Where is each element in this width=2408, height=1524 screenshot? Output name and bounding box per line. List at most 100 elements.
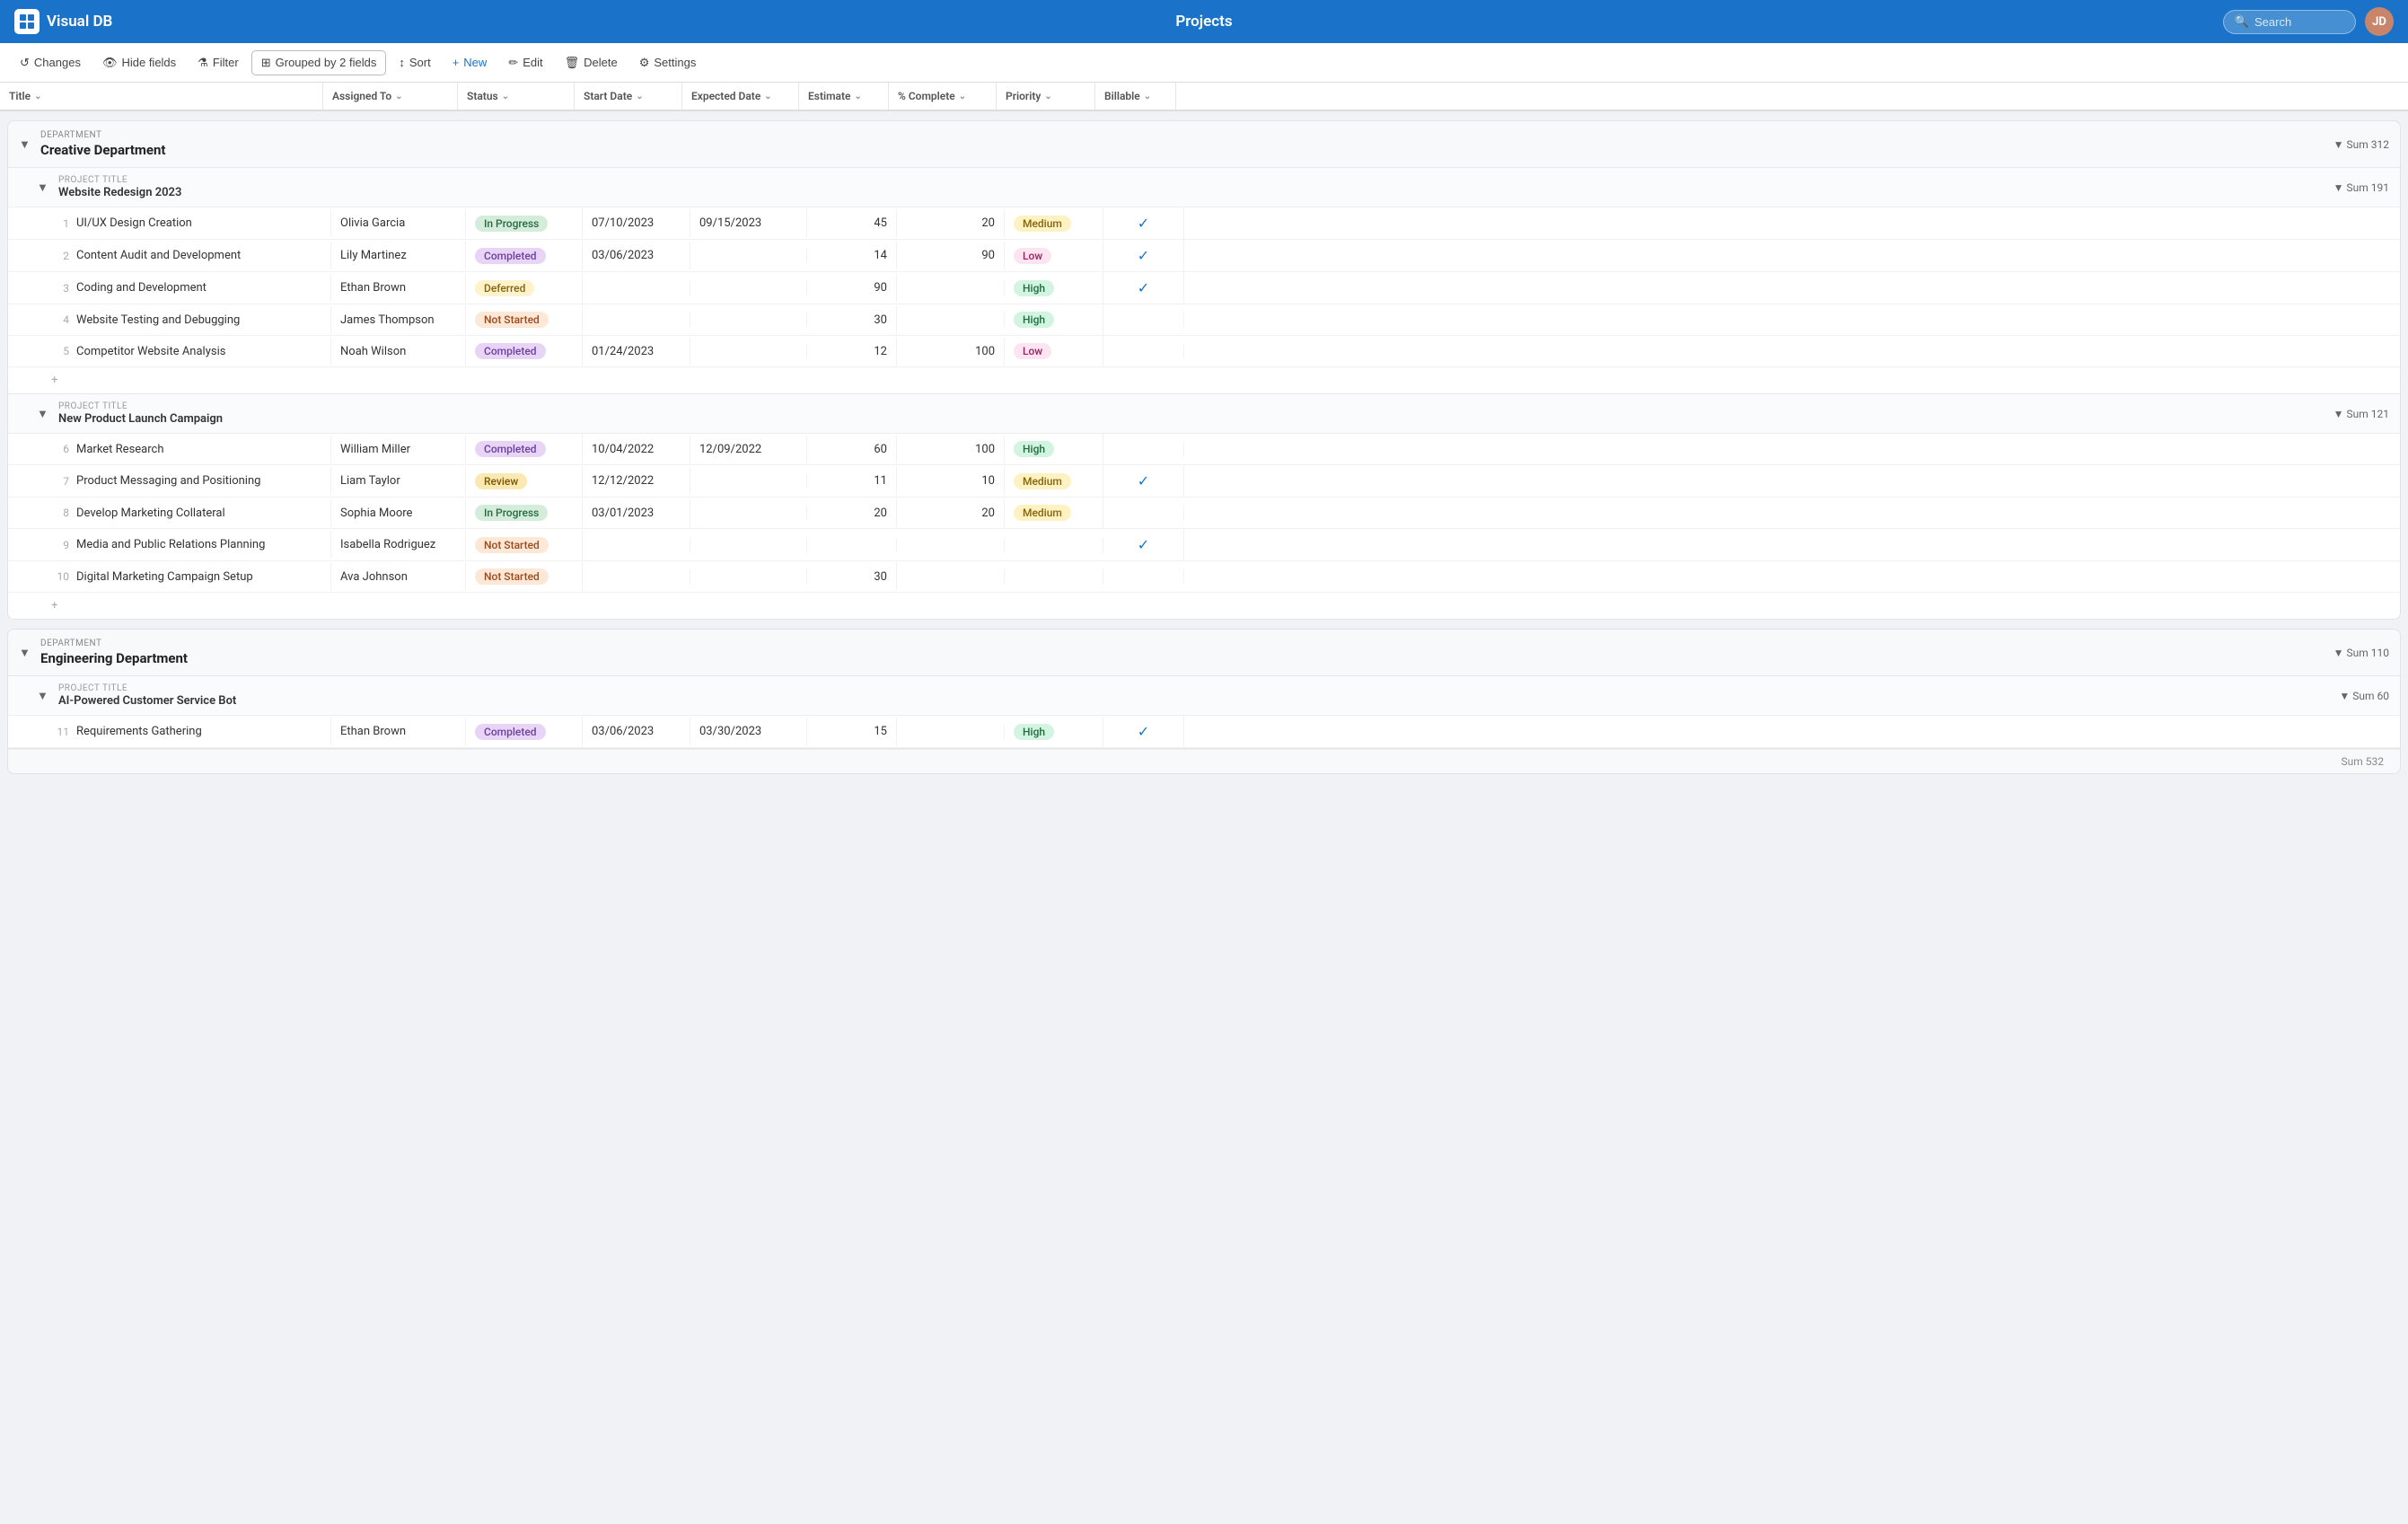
cell-priority-4: High [1005,304,1103,335]
hide-fields-button[interactable]: 👁 Hide fields [93,51,185,75]
chevron-proj-ai[interactable]: ▼ [37,689,51,703]
cell-priority-7: Medium [1005,466,1103,497]
cell-expected-7 [690,474,807,489]
edit-icon: ✏ [508,56,518,70]
settings-icon: ⚙ [639,56,650,70]
row-num-10: 10 [51,570,69,583]
dept-sum-engineering: ▼ Sum 110 [2333,647,2389,659]
cell-title-2: 2 Content Audit and Development [8,242,331,269]
cell-assigned-5: Noah Wilson [331,338,466,366]
add-row-website[interactable]: + [8,367,2400,393]
filter-icon: ⚗ [198,56,208,70]
dept-header-creative: ▼ DEPARTMENT Creative Department ▼ Sum 3… [8,121,2400,168]
cell-complete-10 [897,569,1005,584]
cell-billable-5 [1103,344,1184,358]
cell-complete-9 [897,538,1005,552]
col-header-assigned[interactable]: Assigned To ⌄ [323,83,458,110]
chevron-proj-launch[interactable]: ▼ [37,407,51,421]
changes-button[interactable]: ↺ Changes [11,51,90,75]
edit-button[interactable]: ✏ Edit [499,51,551,75]
cell-priority-11: High [1005,717,1103,747]
chevron-proj-website[interactable]: ▼ [37,181,51,195]
cell-title-11: 11 Requirements Gathering [8,718,331,745]
cell-billable-4 [1103,313,1184,327]
col-header-billable[interactable]: Billable ⌄ [1095,83,1176,110]
delete-label: Delete [584,56,618,69]
project-header-website-redesign: ▼ PROJECT TITLE Website Redesign 2023 ▼ … [8,168,2400,207]
cell-title-10: 10 Digital Marketing Campaign Setup [8,563,331,591]
col-header-estimate[interactable]: Estimate ⌄ [799,83,889,110]
table-row: 7 Product Messaging and Positioning Liam… [8,465,2400,498]
cell-priority-6: High [1005,434,1103,464]
cell-assigned-11: Ethan Brown [331,718,466,745]
status-badge-9: Not Started [475,537,549,553]
proj-sum-launch: ▼ Sum 121 [2333,408,2389,420]
settings-button[interactable]: ⚙ Settings [630,51,706,75]
project-group-launch: ▼ PROJECT TITLE New Product Launch Campa… [8,394,2400,619]
project-group-ai-bot: ▼ PROJECT TITLE AI-Powered Customer Serv… [8,676,2400,749]
cell-billable-6 [1103,442,1184,456]
group-button[interactable]: ⊞ Grouped by 2 fields [251,50,387,75]
eye-icon: 👁 [102,56,118,70]
toolbar: ↺ Changes 👁 Hide fields ⚗ Filter ⊞ Group… [0,43,2408,83]
cell-billable-10 [1103,569,1184,584]
col-header-status[interactable]: Status ⌄ [458,83,575,110]
cell-status-1: In Progress [466,208,583,239]
cell-expected-11: 03/30/2023 [690,718,807,745]
col-expected-label: Expected Date [691,90,760,102]
priority-badge-2: Low [1014,248,1051,264]
chevron-dept-creative[interactable]: ▼ [19,137,33,152]
status-badge-11: Completed [475,724,546,740]
table-container: Title ⌄ Assigned To ⌄ Status ⌄ Start Dat… [0,83,2408,1524]
search-box[interactable]: 🔍 [2223,10,2356,34]
dept-header-engineering: ▼ DEPARTMENT Engineering Department ▼ Su… [8,630,2400,676]
billable-check-11: ✓ [1138,723,1149,740]
delete-button[interactable]: 🗑 Delete [556,51,627,75]
dept-sum-creative: ▼ Sum 312 [2333,138,2389,151]
dept-label-creative: DEPARTMENT [40,130,166,140]
row-num-5: 5 [51,345,69,357]
cell-start-5: 01/24/2023 [583,338,690,366]
cell-billable-2: ✓ [1103,240,1184,271]
sort-icon: ↕ [399,56,405,69]
chevron-dept-engineering[interactable]: ▼ [19,646,33,660]
sort-title-icon: ⌄ [34,92,41,101]
col-header-priority[interactable]: Priority ⌄ [997,83,1095,110]
table-row: 1 UI/UX Design Creation Olivia Garcia In… [8,207,2400,240]
cell-status-11: Completed [466,717,583,747]
table-row: 6 Market Research William Miller Complet… [8,434,2400,465]
cell-billable-7: ✓ [1103,465,1184,497]
task-title-11: Requirements Gathering [76,725,202,738]
sort-button[interactable]: ↕ Sort [390,51,439,74]
add-row-launch[interactable]: + [8,593,2400,619]
cell-assigned-9: Isabella Rodriguez [331,531,466,559]
cell-title-5: 5 Competitor Website Analysis [8,338,331,366]
cell-status-7: Review [466,466,583,497]
proj-name-website: Website Redesign 2023 [58,186,181,199]
row-num-9: 9 [51,539,69,551]
cell-estimate-3: 90 [807,274,897,302]
hide-fields-label: Hide fields [121,56,176,69]
cell-title-3: 3 Coding and Development [8,274,331,302]
filter-button[interactable]: ⚗ Filter [189,51,248,75]
cell-expected-3 [690,281,807,295]
proj-label-ai: PROJECT TITLE [58,683,236,693]
col-header-complete[interactable]: % Complete ⌄ [889,83,997,110]
col-header-start[interactable]: Start Date ⌄ [575,83,682,110]
billable-check-7: ✓ [1138,472,1149,489]
cell-status-4: Not Started [466,304,583,335]
col-start-label: Start Date [584,90,632,102]
priority-badge-7: Medium [1014,473,1071,489]
new-button[interactable]: + New [444,51,497,74]
cell-estimate-8: 20 [807,499,897,527]
status-badge-7: Review [475,473,527,489]
cell-priority-9 [1005,538,1103,552]
sort-complete-icon: ⌄ [959,92,966,101]
search-input[interactable] [2254,15,2344,29]
col-header-expected[interactable]: Expected Date ⌄ [682,83,799,110]
sort-estimate-icon: ⌄ [854,92,861,101]
edit-label: Edit [523,56,542,69]
app-logo: Visual DB [14,9,112,34]
cell-complete-8: 20 [897,499,1005,527]
col-header-title[interactable]: Title ⌄ [0,83,323,110]
